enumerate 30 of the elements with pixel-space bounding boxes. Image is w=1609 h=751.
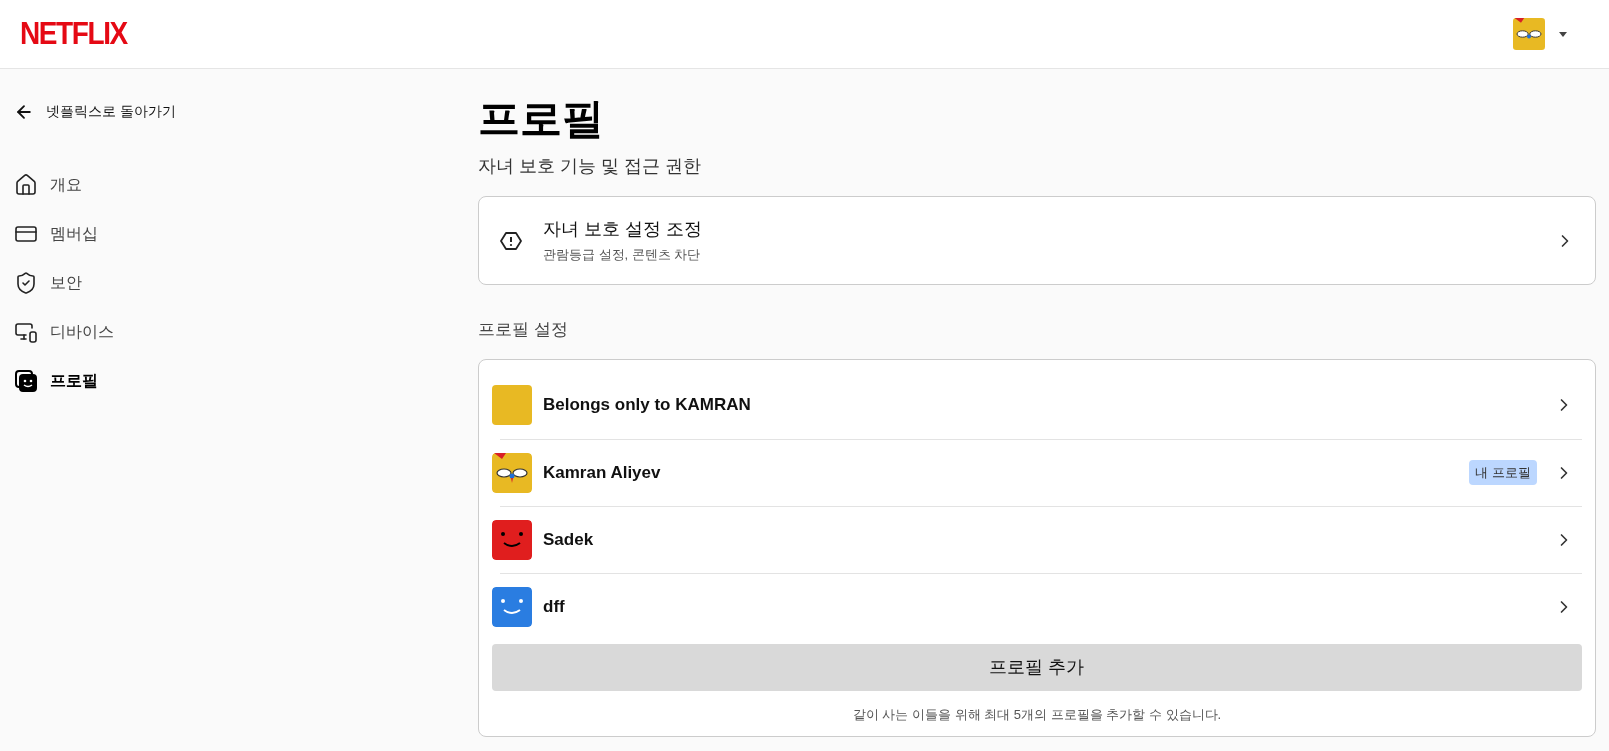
profile-name: Belongs only to KAMRAN [543,394,752,417]
page-title: 프로필 [478,94,605,144]
section-title: 프로필 설정 [478,319,569,341]
back-link[interactable]: 넷플릭스로 돌아가기 [14,101,478,122]
card-title: 자녀 보호 설정 조정 [543,218,703,242]
profile-limit-note: 같이 사는 이들을 위해 최대 5개의 프로필을 추가할 수 있습니다. [851,705,1223,724]
profile-row[interactable]: Kamran Aliyev 내 프로필 [492,439,1582,506]
profile-row[interactable]: Sadek [492,506,1582,573]
page-subtitle: 자녀 보호 기능 및 접근 권한 [478,155,702,178]
caret-icon[interactable] [1559,31,1567,37]
nav-item[interactable]: 멤버십 [14,221,478,247]
account-avatar-icon[interactable] [1513,18,1545,50]
parental-controls-card[interactable]: 자녀 보호 설정 조정 관람등급 설정, 콘텐츠 차단 [478,196,1596,285]
home-icon [14,173,38,197]
profile-name: dff [543,595,566,618]
card-description: 관람등급 설정, 콘텐츠 차단 [543,246,702,265]
nav-item[interactable]: 개요 [14,172,478,198]
nav-item[interactable]: 보안 [14,270,478,296]
my-profile-badge: 내 프로필 [1469,459,1537,486]
profile-row[interactable]: dff [492,573,1582,640]
shield-check-icon [14,271,38,295]
nav-item[interactable]: 프로필 [14,368,478,394]
add-profile-button[interactable]: 프로필 추가 [492,643,1582,691]
profile-row[interactable]: Belongs only to KAMRAN [492,371,1582,439]
logo[interactable]: NETFLIX [20,10,127,58]
nav-item[interactable]: 디바이스 [14,319,478,345]
profile-name: Sadek [543,528,595,551]
profile-face-icon [14,369,38,393]
profile-name: Kamran Aliyev [543,461,662,484]
devices-icon [14,320,38,344]
